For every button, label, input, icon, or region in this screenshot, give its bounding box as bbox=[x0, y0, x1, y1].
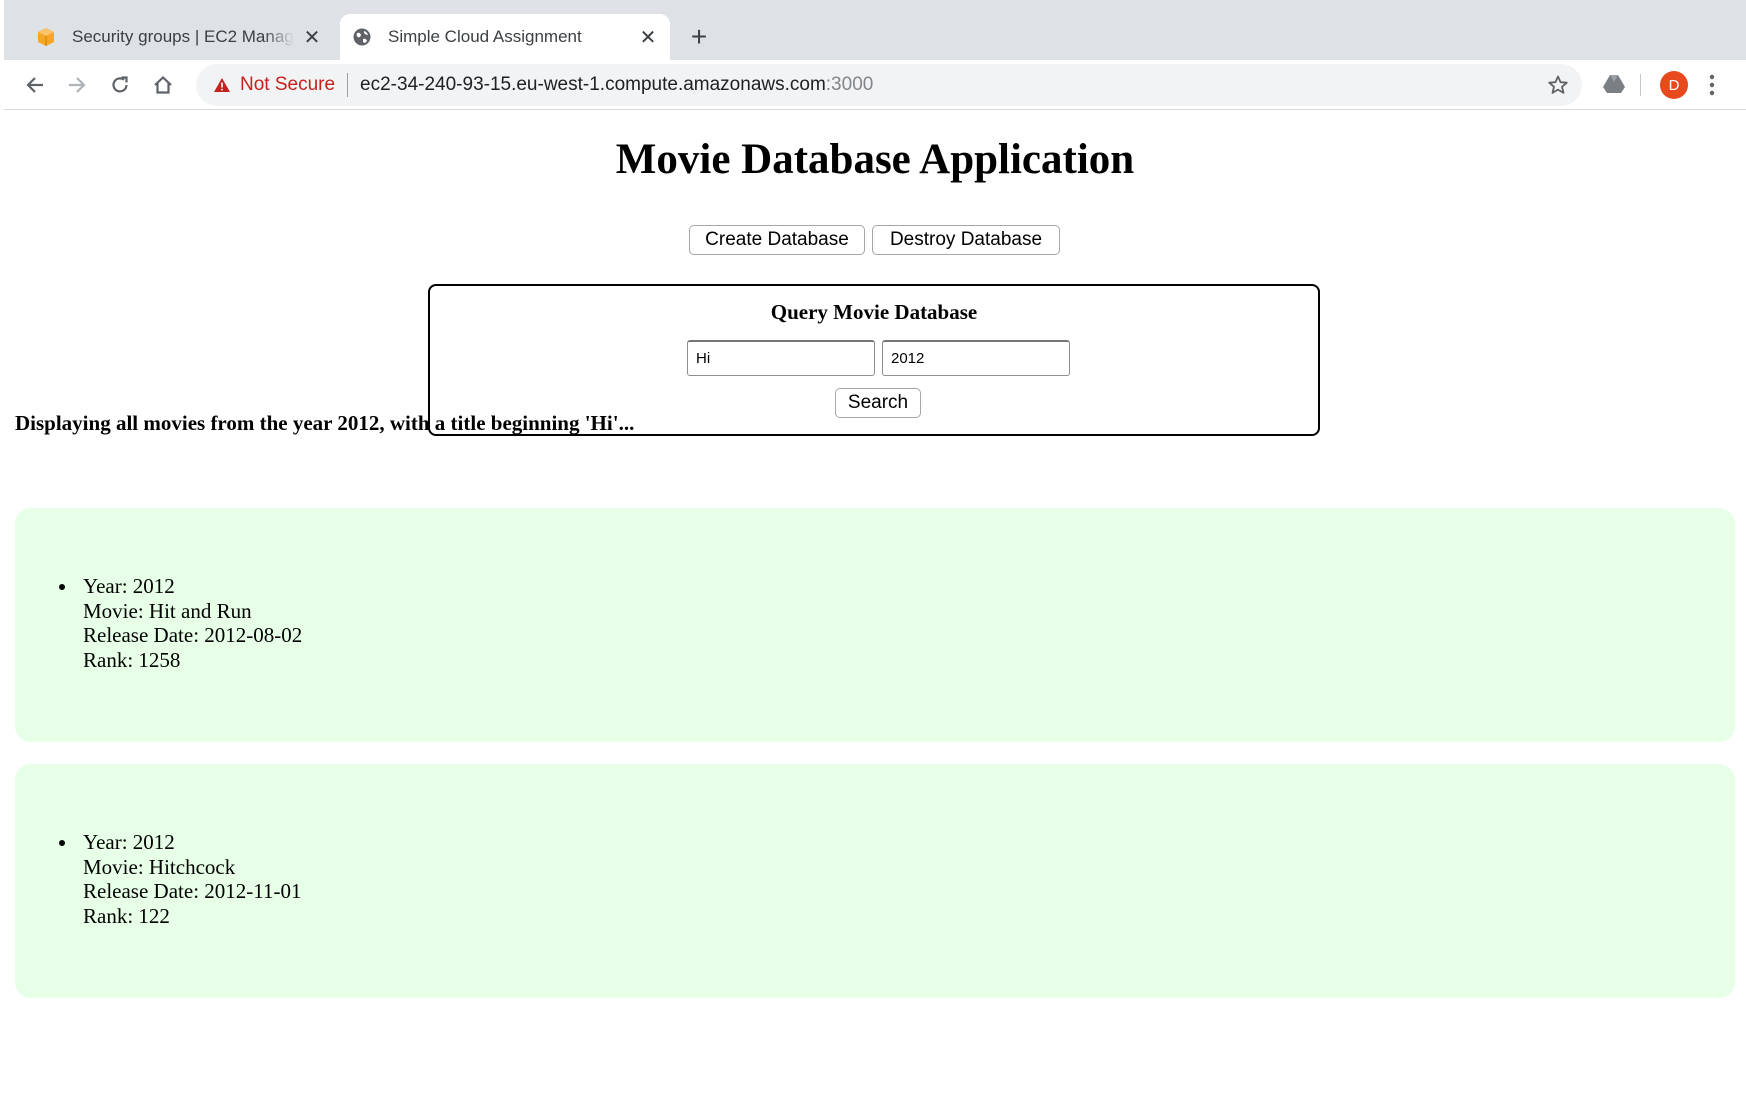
page-content: Movie Database Application Create Databa… bbox=[4, 111, 1746, 1116]
page-title: Movie Database Application bbox=[615, 136, 1135, 183]
bullet bbox=[59, 840, 65, 846]
globe-icon bbox=[350, 25, 374, 49]
list-item: Year: 2012 Movie: Hit and Run Release Da… bbox=[57, 574, 302, 672]
not-secure-label[interactable]: Not Secure bbox=[240, 74, 335, 96]
year-input[interactable] bbox=[882, 340, 1070, 376]
list-item: Year: 2012 Movie: Hitchcock Release Date… bbox=[57, 830, 301, 928]
title-input[interactable] bbox=[687, 340, 875, 376]
bullet bbox=[59, 584, 65, 590]
new-tab-button[interactable]: + bbox=[684, 21, 714, 52]
tab-security-groups[interactable]: Security groups | EC2 Management Console… bbox=[24, 14, 334, 60]
back-arrow-icon[interactable] bbox=[20, 70, 50, 100]
home-icon[interactable] bbox=[148, 70, 178, 100]
forward-arrow-icon[interactable] bbox=[62, 70, 92, 100]
browser-toolbar: Not Secure ec2-34-240-93-15.eu-west-1.co… bbox=[4, 60, 1746, 110]
query-heading: Query Movie Database bbox=[770, 300, 978, 324]
tab-title: Simple Cloud Assignment bbox=[388, 27, 582, 46]
address-divider bbox=[347, 73, 349, 97]
result-list: Year: 2012 Movie: Hitchcock Release Date… bbox=[57, 830, 301, 928]
movie-year: Year: 2012 bbox=[83, 574, 175, 598]
url-host: ec2-34-240-93-15.eu-west-1.compute.amazo… bbox=[360, 74, 826, 95]
movie-release-date: Release Date: 2012-11-01 bbox=[83, 879, 302, 903]
toolbar-divider bbox=[1640, 74, 1641, 96]
destroy-database-button[interactable]: Destroy Database bbox=[872, 225, 1060, 255]
browser-window: Security groups | EC2 Management Console… bbox=[4, 0, 1746, 1116]
movie-title: Movie: Hitchcock bbox=[83, 854, 236, 879]
tab-strip: Security groups | EC2 Management Console… bbox=[4, 0, 1746, 60]
drive-extension-icon[interactable] bbox=[1600, 70, 1628, 98]
close-tab-icon[interactable]: ✕ bbox=[636, 25, 660, 49]
close-tab-icon[interactable]: ✕ bbox=[300, 25, 324, 49]
tab-title: Security groups | EC2 Management Console bbox=[72, 27, 294, 47]
result-card: Year: 2012 Movie: Hit and Run Release Da… bbox=[15, 508, 1735, 742]
result-card: Year: 2012 Movie: Hitchcock Release Date… bbox=[15, 764, 1735, 998]
result-list: Year: 2012 Movie: Hit and Run Release Da… bbox=[57, 574, 302, 672]
movie-title: Movie: Hit and Run bbox=[83, 598, 252, 623]
bookmark-star-icon[interactable] bbox=[1546, 73, 1570, 97]
profile-avatar[interactable]: D bbox=[1660, 71, 1688, 99]
create-database-button[interactable]: Create Database bbox=[689, 225, 865, 255]
search-button[interactable]: Search bbox=[835, 388, 921, 418]
address-bar[interactable]: Not Secure ec2-34-240-93-15.eu-west-1.co… bbox=[196, 64, 1582, 106]
movie-rank: Rank: 122 bbox=[83, 903, 170, 928]
more-menu-icon[interactable] bbox=[1700, 70, 1724, 100]
movie-release-date: Release Date: 2012-08-02 bbox=[83, 623, 303, 647]
aws-box-icon bbox=[34, 25, 58, 49]
result-summary: Displaying all movies from the year 2012… bbox=[15, 411, 635, 435]
warning-triangle-icon bbox=[212, 75, 232, 95]
movie-rank: Rank: 1258 bbox=[83, 647, 181, 672]
reload-icon[interactable] bbox=[105, 70, 135, 100]
tab-simple-cloud-assignment[interactable]: Simple Cloud Assignment ✕ bbox=[340, 14, 670, 60]
movie-year: Year: 2012 bbox=[83, 830, 175, 854]
url-port: :3000 bbox=[825, 74, 874, 95]
